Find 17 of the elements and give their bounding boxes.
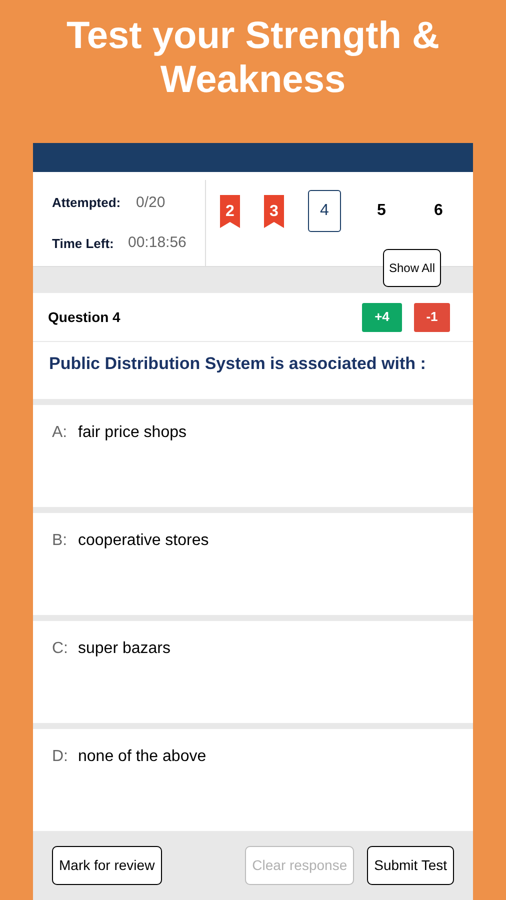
- question-number: Question 4: [48, 308, 122, 327]
- question-number[interactable]: 6: [422, 190, 455, 232]
- time-left-value: 00:18:56: [128, 233, 186, 253]
- attempted-value: 0/20: [136, 192, 166, 212]
- question-text: Public Distribution System is associated with :: [49, 353, 427, 375]
- attempted-label: Attempted:: [52, 194, 122, 212]
- positive-marks-badge: +4: [362, 302, 402, 332]
- question-number[interactable]: 5: [365, 190, 398, 232]
- question-number[interactable]: 4: [308, 190, 341, 232]
- bookmark-question-number[interactable]: 2: [220, 195, 240, 228]
- bookmark-question-number[interactable]: 3: [264, 195, 284, 228]
- submit-test-button[interactable]: Submit Test: [367, 846, 454, 885]
- negative-marks-badge: -1: [414, 302, 450, 332]
- time-left-label: Time Left:: [52, 234, 115, 252]
- headline: Test your Strength & Weakness: [66, 14, 440, 102]
- show-all-button[interactable]: Show All: [382, 249, 441, 287]
- mark-for-review-button[interactable]: Mark for review: [52, 846, 162, 885]
